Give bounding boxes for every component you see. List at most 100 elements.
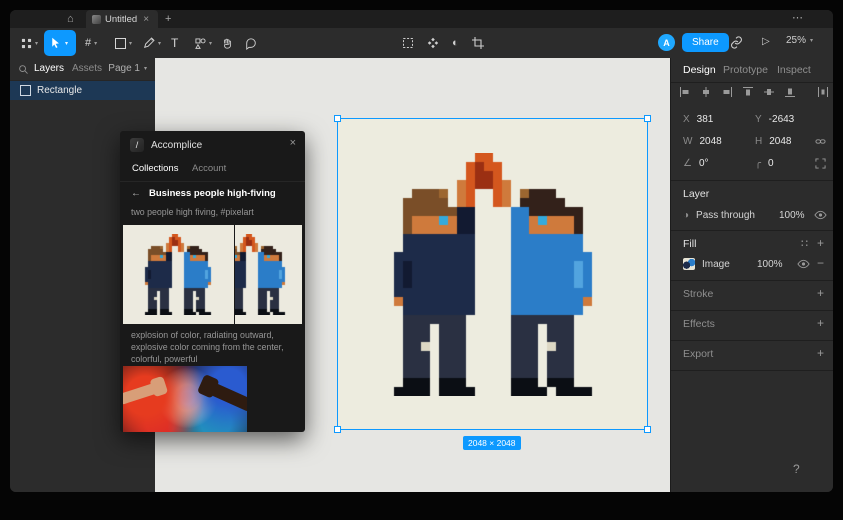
search-icon[interactable]: [18, 64, 29, 75]
present-icon[interactable]: ▷: [762, 36, 770, 47]
main-menu-button[interactable]: ▾: [16, 30, 43, 56]
y-field[interactable]: Y -2643: [755, 114, 794, 125]
plugin-close-icon[interactable]: ×: [290, 137, 296, 149]
figma-window: ⌂ Untitled × + ⋯ ▾ ▾ # ▾ ▾ ▾ T ▾ ◐ A Sha…: [10, 10, 833, 492]
selection-size-badge: 2048 × 2048: [463, 436, 521, 450]
add-export-icon[interactable]: +: [817, 346, 824, 360]
align-right-icon[interactable]: [721, 86, 733, 98]
selection-handle-nw[interactable]: [334, 115, 341, 122]
constrain-proportions-icon[interactable]: [815, 136, 826, 147]
divider: [671, 230, 833, 231]
screenshot-root: ⌂ Untitled × + ⋯ ▾ ▾ # ▾ ▾ ▾ T ▾ ◐ A Sha…: [0, 0, 843, 520]
align-top-icon[interactable]: [742, 86, 754, 98]
chevron-down-icon: ▾: [143, 66, 147, 72]
home-icon[interactable]: ⌂: [67, 12, 74, 26]
rotation-field[interactable]: ∠ 0°: [683, 158, 709, 169]
crop-icon[interactable]: [471, 37, 484, 49]
width-field[interactable]: W 2048: [683, 136, 722, 147]
tab-prototype[interactable]: Prototype: [723, 64, 768, 76]
corner-radius-icon: ╭: [755, 158, 762, 169]
rectangle-shape-icon: [115, 37, 126, 49]
comment-tool-button[interactable]: [240, 30, 262, 56]
selection-handle-sw[interactable]: [334, 426, 341, 433]
selected-image-layer[interactable]: [334, 115, 651, 433]
zoom-menu[interactable]: 25% ▾: [786, 35, 813, 46]
tab-layers[interactable]: Layers: [34, 63, 64, 74]
export-section-title: Export: [683, 348, 714, 360]
help-icon[interactable]: ?: [793, 462, 800, 476]
x-field[interactable]: X 381: [683, 114, 713, 125]
selection-handle-se[interactable]: [644, 426, 651, 433]
text-tool-icon: T: [171, 36, 179, 50]
back-icon[interactable]: ←: [131, 188, 141, 199]
page-selector[interactable]: Page 1 ▾: [108, 63, 147, 74]
corner-radius-field[interactable]: ╭ 0: [755, 158, 774, 169]
edit-object-icon[interactable]: [402, 37, 414, 49]
distribute-icon[interactable]: [817, 86, 829, 98]
fill-styles-icon[interactable]: ∷: [801, 237, 808, 250]
tab-assets[interactable]: Assets: [72, 63, 102, 74]
add-fill-icon[interactable]: +: [817, 236, 824, 250]
cursor-icon: [52, 37, 59, 49]
frame-tool-button[interactable]: # ▾: [80, 30, 102, 56]
pen-icon: [144, 37, 155, 48]
fill-visibility-eye-icon[interactable]: [797, 259, 810, 269]
mask-icon[interactable]: ◐: [452, 37, 459, 49]
selection-handle-ne[interactable]: [644, 115, 651, 122]
plugin-title: Accomplice: [151, 139, 203, 151]
fill-row[interactable]: Image: [683, 258, 730, 270]
chevron-down-icon: ▾: [129, 40, 133, 47]
align-v-center-icon[interactable]: [763, 86, 775, 98]
copy-link-icon[interactable]: [730, 36, 743, 49]
tab-design[interactable]: Design: [683, 64, 716, 76]
new-tab-icon[interactable]: +: [165, 12, 171, 26]
result-thumbnails: [123, 225, 302, 324]
plugin-header[interactable]: / Accomplice ×: [120, 131, 305, 159]
plugin-tab-account[interactable]: Account: [192, 163, 226, 174]
prompt-text-1: two people high fiving, #pixelart: [131, 207, 254, 217]
fill-opacity-field[interactable]: 100%: [757, 259, 783, 270]
pixel-art-image: [376, 153, 610, 396]
selection-actions: ◐: [402, 28, 484, 58]
hand-icon: [223, 38, 232, 49]
layer-row-rectangle[interactable]: Rectangle: [10, 81, 155, 100]
align-h-center-icon[interactable]: [700, 86, 712, 98]
tab-inspect[interactable]: Inspect: [777, 64, 811, 76]
file-tab[interactable]: Untitled ×: [86, 10, 158, 28]
align-left-icon[interactable]: [679, 86, 691, 98]
light-hand-shape: [123, 382, 160, 405]
add-effect-icon[interactable]: +: [817, 316, 824, 330]
inspector-panel: Design Prototype Inspect X 381 Y -2643 W…: [670, 58, 833, 492]
blend-mode-dropdown[interactable]: ◑ Pass through: [683, 210, 755, 221]
plugin-tab-collections[interactable]: Collections: [132, 163, 178, 174]
corner-radius-value: 0: [768, 158, 774, 169]
height-field[interactable]: H 2048: [755, 136, 791, 147]
resources-button[interactable]: ▾: [190, 30, 217, 56]
layer-opacity-field[interactable]: 100%: [779, 210, 805, 221]
avatar[interactable]: A: [658, 34, 675, 51]
fill-image-thumbnail[interactable]: [683, 258, 695, 270]
collection-title: Business people high-fiving: [149, 187, 276, 199]
move-tool-button[interactable]: ▾: [44, 30, 76, 56]
hand-tool-button[interactable]: [216, 30, 238, 56]
plugin-tabs: Collections Account: [120, 159, 305, 182]
layer-visibility-eye-icon[interactable]: [814, 210, 827, 220]
chevron-down-icon: ▾: [158, 40, 162, 47]
independent-corners-icon[interactable]: [815, 158, 826, 169]
window-more-icon[interactable]: ⋯: [792, 11, 803, 25]
component-icon[interactable]: [427, 37, 439, 49]
close-tab-icon[interactable]: ×: [143, 14, 149, 25]
pixel-art-thumbnail: [139, 234, 217, 315]
text-tool-button[interactable]: T: [166, 30, 183, 56]
plugin-collection-nav: ← Business people high-fiving: [120, 183, 305, 203]
result-image-1[interactable]: [123, 225, 234, 324]
share-button[interactable]: Share: [682, 33, 729, 52]
remove-fill-icon[interactable]: −: [817, 256, 824, 270]
explosion-result-image[interactable]: [123, 366, 247, 432]
add-stroke-icon[interactable]: +: [817, 286, 824, 300]
blend-mode-icon: ◑: [683, 210, 690, 221]
align-bottom-icon[interactable]: [784, 86, 796, 98]
result-image-2[interactable]: [235, 225, 302, 324]
shape-tool-button[interactable]: ▾: [110, 30, 137, 56]
pen-tool-button[interactable]: ▾: [138, 30, 166, 56]
